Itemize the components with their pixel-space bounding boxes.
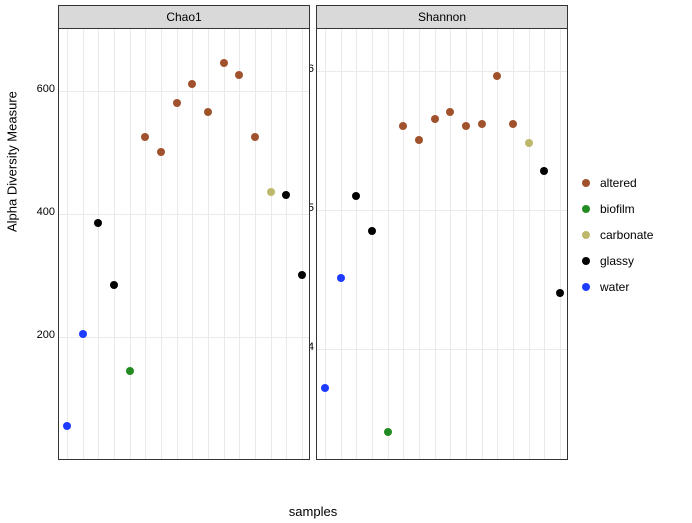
panel-title-shannon: Shannon: [316, 5, 568, 29]
data-point: [446, 108, 454, 116]
grid-line-v: [435, 29, 436, 459]
grid-line-v: [130, 29, 131, 459]
data-point: [110, 281, 118, 289]
data-point: [352, 192, 360, 200]
legend-item-altered: altered: [582, 170, 653, 196]
plot-area-chao1: BW1BW2R10R11R11BFR12R1AR1BR2R3R4R5R6R7R8…: [58, 29, 310, 460]
grid-line-v: [271, 29, 272, 459]
x-axis-label: samples: [58, 504, 568, 519]
grid-line-v: [560, 29, 561, 459]
grid-line-v: [67, 29, 68, 459]
y-ticks-chao1: 200 400 600: [33, 27, 55, 460]
grid-line-v: [286, 29, 287, 459]
data-point: [384, 428, 392, 436]
legend-label: water: [600, 280, 629, 294]
legend-swatch: [582, 283, 590, 291]
legend-swatch: [582, 231, 590, 239]
grid-line-v: [208, 29, 209, 459]
data-point: [94, 219, 102, 227]
data-point: [220, 59, 228, 67]
grid-line-v: [83, 29, 84, 459]
data-point: [173, 99, 181, 107]
plot-area-shannon: BW1BW2R10R11R11BFR12R1AR1BR2R3R4R5R6R7R8…: [316, 29, 568, 460]
legend-label: biofilm: [600, 202, 635, 216]
grid-line-v: [302, 29, 303, 459]
grid-line-v: [482, 29, 483, 459]
y-axis-label: Alpha Diversity Measure: [5, 91, 20, 232]
data-point: [493, 72, 501, 80]
grid-line-v: [372, 29, 373, 459]
y-tick-label: 600: [37, 83, 55, 95]
legend-swatch: [582, 257, 590, 265]
data-point: [337, 274, 345, 282]
grid-line-v: [325, 29, 326, 459]
data-point: [525, 139, 533, 147]
data-point: [321, 384, 329, 392]
data-point: [509, 120, 517, 128]
data-point: [431, 115, 439, 123]
data-point: [478, 120, 486, 128]
y-tick-label: 400: [37, 206, 55, 218]
data-point: [63, 422, 71, 430]
grid-line-v: [450, 29, 451, 459]
data-point: [298, 271, 306, 279]
grid-line-v: [224, 29, 225, 459]
grid-line-v: [403, 29, 404, 459]
data-point: [126, 367, 134, 375]
legend: altered biofilm carbonate glassy water: [582, 170, 653, 300]
grid-line-v: [114, 29, 115, 459]
data-point: [79, 330, 87, 338]
legend-label: carbonate: [600, 228, 653, 242]
data-point: [282, 191, 290, 199]
data-point: [267, 188, 275, 196]
legend-label: glassy: [600, 254, 634, 268]
legend-item-biofilm: biofilm: [582, 196, 653, 222]
grid-line-v: [544, 29, 545, 459]
data-point: [556, 289, 564, 297]
data-point: [368, 227, 376, 235]
panel-title-chao1: Chao1: [58, 5, 310, 29]
legend-swatch: [582, 179, 590, 187]
grid-line-v: [356, 29, 357, 459]
grid-line-v: [466, 29, 467, 459]
grid-line-v: [529, 29, 530, 459]
figure: Alpha Diversity Measure samples 200 400 60…: [0, 0, 692, 523]
data-point: [399, 122, 407, 130]
grid-line-v: [255, 29, 256, 459]
grid-line-v: [341, 29, 342, 459]
data-point: [540, 167, 548, 175]
grid-line-v: [239, 29, 240, 459]
data-point: [235, 71, 243, 79]
grid-line-v: [513, 29, 514, 459]
data-point: [462, 122, 470, 130]
legend-item-water: water: [582, 274, 653, 300]
y-tick-label: 200: [37, 329, 55, 341]
panel-chao1: Chao1 BW1BW2R10R11R11BFR12R1AR1BR2R3R4R5…: [58, 5, 310, 460]
panel-shannon: Shannon BW1BW2R10R11R11BFR12R1AR1BR2R3R4…: [316, 5, 568, 460]
grid-line-v: [419, 29, 420, 459]
data-point: [204, 108, 212, 116]
data-point: [415, 136, 423, 144]
data-point: [141, 133, 149, 141]
data-point: [188, 80, 196, 88]
grid-line-v: [161, 29, 162, 459]
panels-row: Chao1 BW1BW2R10R11R11BFR12R1AR1BR2R3R4R5…: [58, 5, 568, 460]
data-point: [157, 148, 165, 156]
grid-line-v: [497, 29, 498, 459]
grid-line-v: [388, 29, 389, 459]
data-point: [251, 133, 259, 141]
legend-label: altered: [600, 176, 637, 190]
grid-line-v: [145, 29, 146, 459]
grid-line-v: [192, 29, 193, 459]
legend-swatch: [582, 205, 590, 213]
legend-item-carbonate: carbonate: [582, 222, 653, 248]
grid-line-v: [177, 29, 178, 459]
grid-line-v: [98, 29, 99, 459]
legend-item-glassy: glassy: [582, 248, 653, 274]
